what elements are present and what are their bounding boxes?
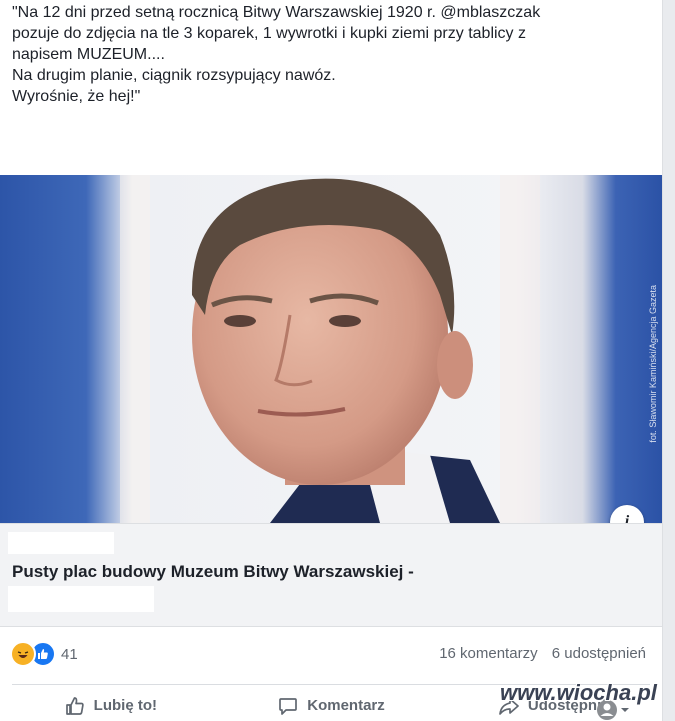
post-text-line: napisem MUZEUM.... [12, 46, 165, 63]
post-text: "Na 12 dni przed setną rocznicą Bitwy Wa… [12, 2, 652, 107]
reaction-count[interactable]: 41 [61, 646, 78, 663]
link-preview-photo[interactable]: fot. Sławomir Kamiński/Agencja Gazeta [0, 175, 662, 523]
site-watermark: www.wiocha.pl [500, 680, 657, 705]
thumbs-up-icon [65, 696, 84, 715]
comment-label: Komentarz [307, 697, 385, 714]
shares-count[interactable]: 6 udostępnień [552, 645, 646, 662]
photo-credit: fot. Sławomir Kamiński/Agencja Gazeta [648, 285, 658, 443]
post-text-line: pozuje do zdjęcia na tle 3 koparek, 1 wy… [12, 25, 526, 42]
facebook-post-card: "Na 12 dni przed setną rocznicą Bitwy Wa… [0, 0, 663, 721]
post-text-line: Wyrośnie, że hej!" [12, 88, 141, 105]
like-button[interactable]: Lubię to! [0, 690, 221, 721]
comments-count[interactable]: 16 komentarzy [439, 645, 537, 662]
post-text-line: Na drugim planie, ciągnik rozsypujący na… [12, 67, 336, 84]
redacted-domain [8, 532, 114, 554]
reactions-summary[interactable]: 41 [10, 641, 78, 667]
post-stats: 16 komentarzy 6 udostępnień [439, 645, 646, 662]
redacted-description [8, 586, 154, 612]
portrait-photo [0, 175, 662, 523]
comment-button[interactable]: Komentarz [221, 690, 442, 721]
link-preview-title[interactable]: Pusty plac budowy Muzeum Bitwy Warszawsk… [12, 562, 414, 582]
comment-icon [279, 697, 298, 715]
haha-reaction-icon [10, 641, 36, 667]
post-text-line: "Na 12 dni przed setną rocznicą Bitwy Wa… [12, 4, 541, 21]
link-preview-box[interactable]: Pusty plac budowy Muzeum Bitwy Warszawsk… [0, 523, 662, 627]
like-label: Lubię to! [93, 697, 157, 714]
chevron-down-icon [621, 708, 629, 712]
